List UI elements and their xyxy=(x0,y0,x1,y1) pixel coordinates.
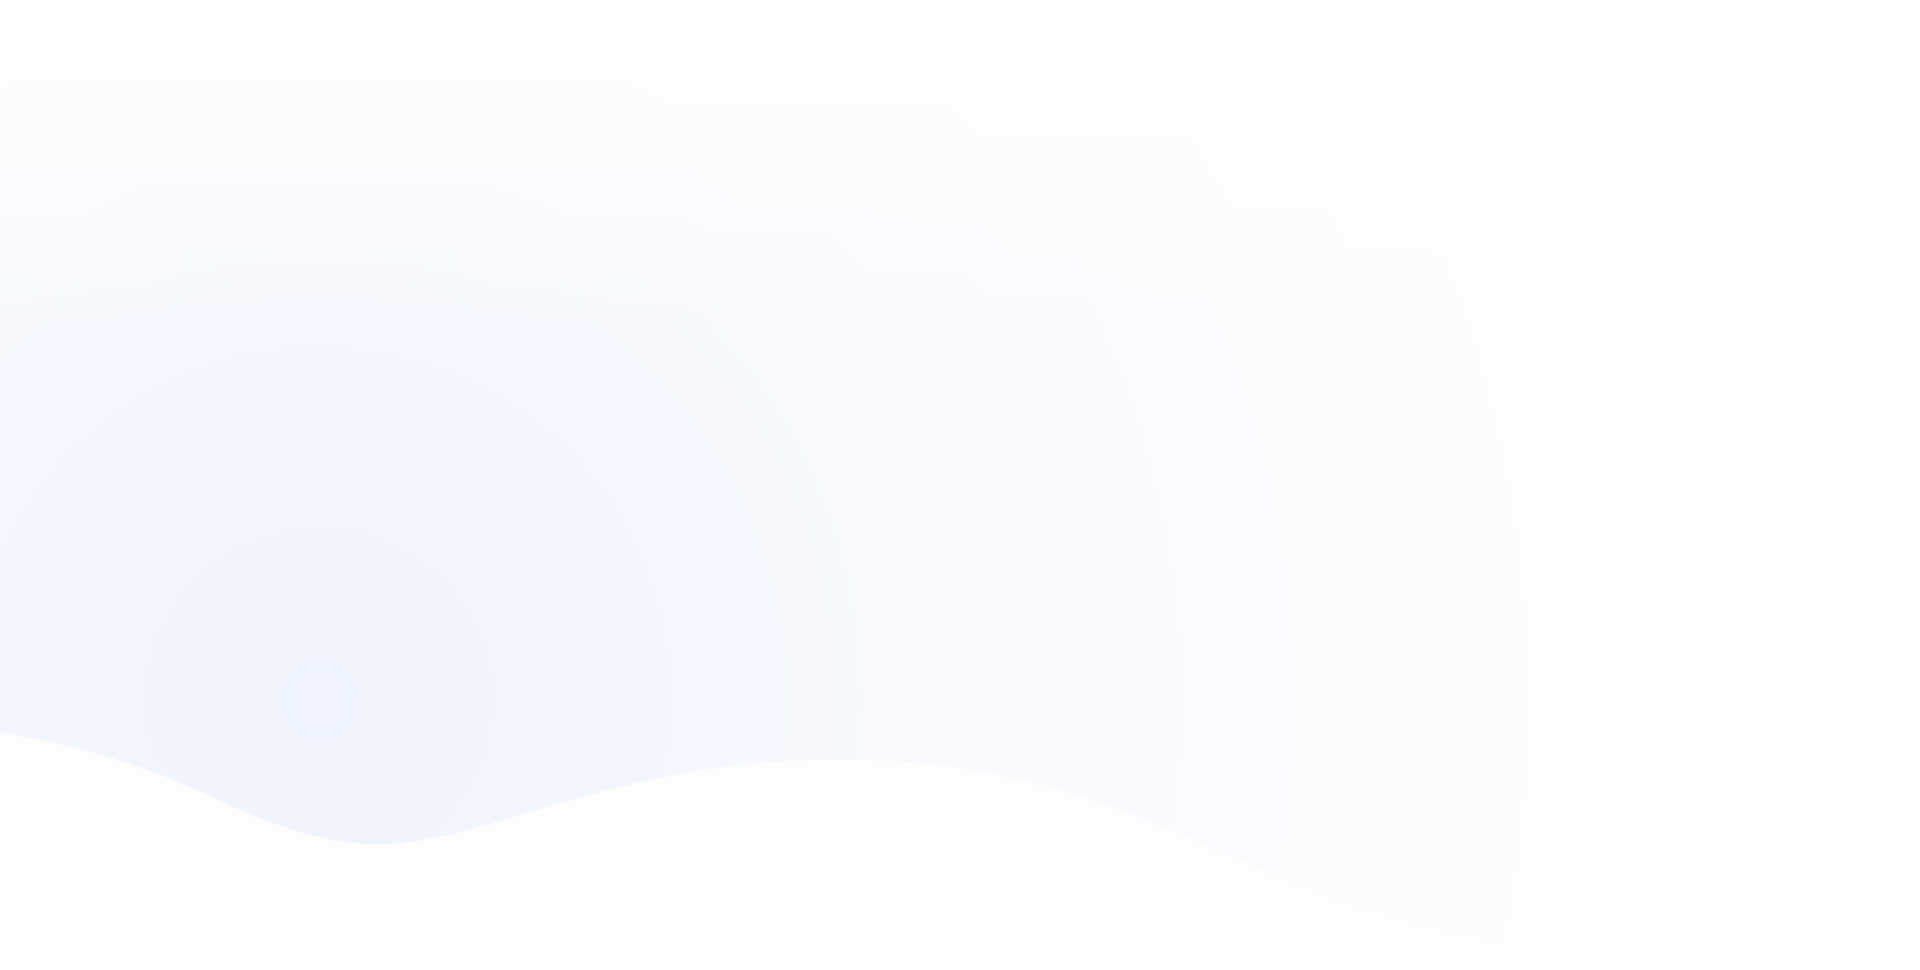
gradient-wave-background xyxy=(0,0,1920,970)
page xyxy=(0,0,1920,970)
